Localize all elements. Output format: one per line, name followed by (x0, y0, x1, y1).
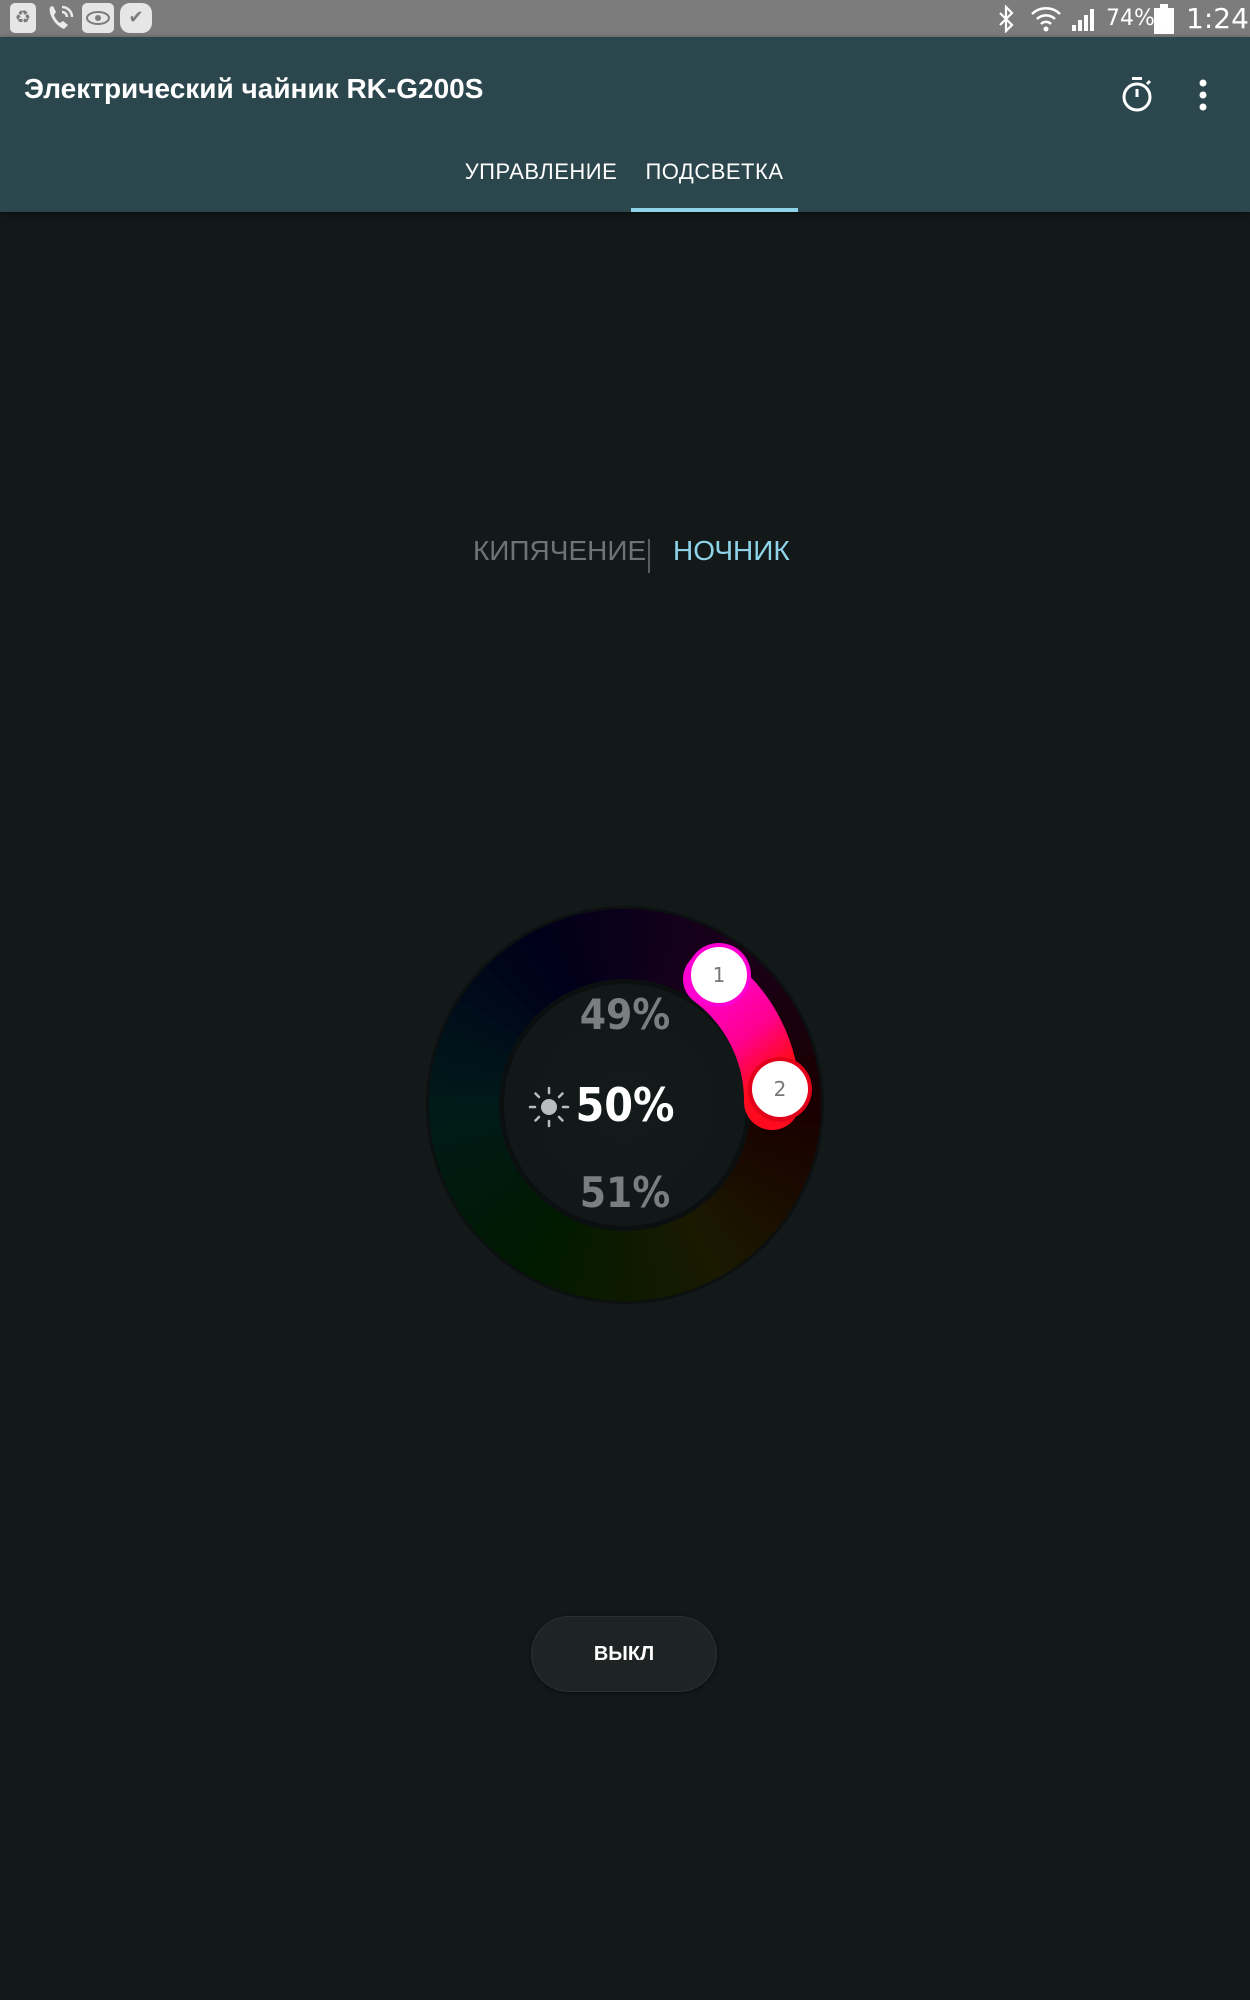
tab-lighting-label: ПОДСВЕТКА (645, 159, 784, 184)
mode-switch: КИПЯЧЕНИЕ НОЧНИК (0, 535, 1250, 575)
handle-1-label: 1 (712, 963, 726, 987)
more-options-button[interactable] (1175, 67, 1231, 123)
off-button-label: ВЫКЛ (593, 1642, 655, 1665)
tab-bar: УПРАВЛЕНИЕ ПОДСВЕТКА (0, 132, 1250, 212)
eye-icon (82, 3, 114, 33)
status-bar: ♻ ✔ 74% 1:24 (0, 0, 1250, 37)
phone-call-icon (44, 3, 78, 37)
mode-divider (648, 539, 650, 573)
timer-button[interactable] (1109, 67, 1165, 123)
brightness-upper[interactable]: 49% (0, 990, 1250, 1039)
clock: 1:24 (1186, 2, 1249, 35)
brightness-current: 50% (575, 1078, 675, 1132)
tab-control-label: УПРАВЛЕНИЕ (464, 159, 618, 184)
mode-night-light[interactable]: НОЧНИК (673, 535, 790, 567)
sun-icon (528, 1086, 570, 1132)
timer-icon (1122, 77, 1152, 112)
mode-boiling[interactable]: КИПЯЧЕНИЕ (473, 535, 646, 567)
battery-percent: 74% (1106, 6, 1155, 31)
battery-icon (1152, 0, 1176, 37)
recycle-icon: ♻ (10, 3, 36, 33)
tab-control[interactable]: УПРАВЛЕНИЕ (456, 132, 626, 212)
app-title: Электрический чайник RK-G200S (24, 73, 484, 104)
off-button[interactable]: ВЫКЛ (531, 1616, 717, 1692)
check-icon: ✔ (120, 3, 152, 33)
app-bar: Электрический чайник RK-G200S УПРАВЛЕНИЕ… (0, 37, 1250, 212)
tab-lighting[interactable]: ПОДСВЕТКА (631, 132, 798, 212)
bluetooth-icon (995, 0, 1017, 37)
more-vert-icon (1199, 79, 1207, 111)
wifi-icon (1030, 0, 1062, 37)
signal-icon (1070, 0, 1098, 37)
brightness-lower[interactable]: 51% (0, 1168, 1250, 1217)
